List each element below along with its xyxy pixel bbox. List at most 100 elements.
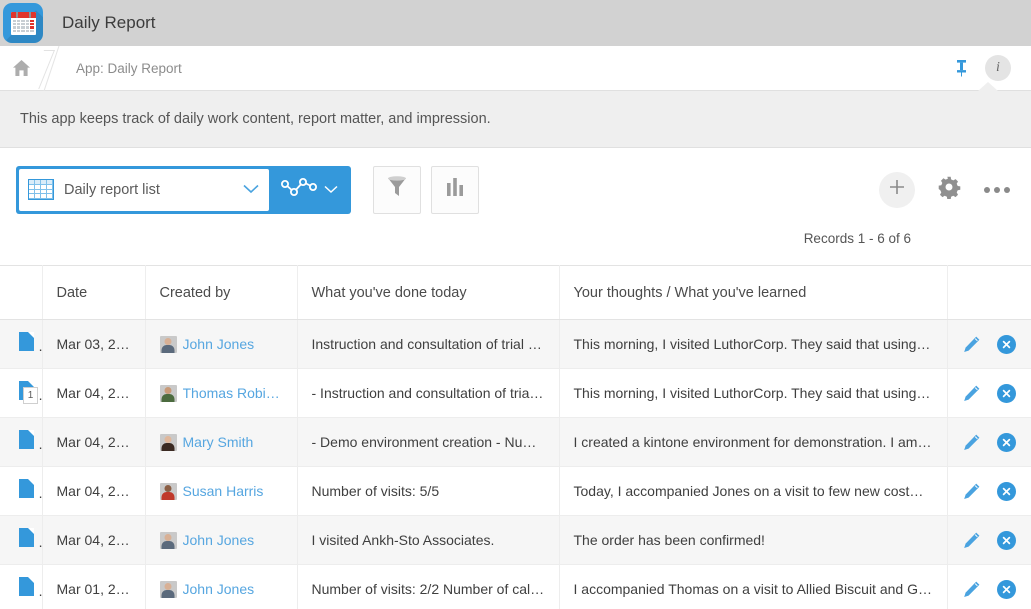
table-header: Date Created by What you've done today Y… (0, 266, 1031, 320)
app-description-text: This app keeps track of daily work conte… (0, 111, 491, 127)
close-circle-icon[interactable] (997, 335, 1016, 354)
cell-actions (947, 565, 1031, 609)
view-select-dropdown[interactable]: Daily report list (19, 169, 269, 211)
cell-actions (947, 418, 1031, 467)
cell-date: Mar 03, 2019 (42, 320, 145, 369)
pencil-icon[interactable] (962, 580, 981, 599)
column-header-icon (0, 266, 42, 320)
cell-created-by: John Jones (145, 320, 297, 369)
user-link[interactable]: Mary Smith (183, 434, 254, 450)
ellipsis-icon (983, 181, 1011, 199)
chevron-down-icon (243, 181, 259, 199)
close-circle-icon[interactable] (997, 433, 1016, 452)
table-row[interactable]: Mar 04, 2019 Susan Harris Number of visits… (0, 467, 1031, 516)
record-open-cell[interactable] (0, 516, 42, 565)
avatar (160, 532, 177, 549)
view-select-label: Daily report list (64, 182, 243, 198)
funnel-icon (386, 175, 408, 204)
user-link[interactable]: Susan Harris (183, 483, 264, 499)
record-open-cell[interactable]: 1 (0, 369, 42, 418)
cell-date: Mar 04, 2019 (42, 516, 145, 565)
cell-done-today: Instruction and consultation of trial ap… (297, 320, 559, 369)
table-grid-icon (28, 179, 54, 200)
chart-view-button[interactable] (269, 169, 348, 211)
cell-done-today: Number of visits: 5/5 (297, 467, 559, 516)
close-circle-icon[interactable] (997, 580, 1016, 599)
user-link[interactable]: John Jones (183, 336, 255, 352)
table-row[interactable]: Mar 01, 2019 John Jones Number of visits: … (0, 565, 1031, 609)
avatar (160, 581, 177, 598)
cell-date: Mar 04, 2019 (42, 418, 145, 467)
page-title: Daily Report (62, 13, 156, 33)
graph-button[interactable] (431, 166, 479, 214)
cell-date: Mar 04, 2019 (42, 369, 145, 418)
cell-created-by: Thomas Robinson (145, 369, 297, 418)
close-circle-icon[interactable] (997, 384, 1016, 403)
pencil-icon[interactable] (962, 384, 981, 403)
cell-done-today: Number of visits: 2/2 Number of calls… (297, 565, 559, 609)
user-link[interactable]: John Jones (183, 581, 255, 597)
cell-actions (947, 467, 1031, 516)
avatar (160, 385, 177, 402)
settings-button[interactable] (937, 175, 961, 204)
more-options-button[interactable] (983, 181, 1011, 199)
pencil-icon[interactable] (962, 335, 981, 354)
document-icon[interactable] (19, 430, 34, 449)
cell-thoughts: I created a kintone environment for demo… (559, 418, 947, 467)
add-record-button[interactable] (879, 172, 915, 208)
pencil-icon[interactable] (962, 482, 981, 501)
document-icon[interactable] (19, 332, 34, 351)
record-open-cell[interactable] (0, 320, 42, 369)
table-row[interactable]: 1Mar 04, 2019 Thomas Robinson - Instructio… (0, 369, 1031, 418)
filter-button[interactable] (373, 166, 421, 214)
cell-actions (947, 516, 1031, 565)
pencil-icon[interactable] (962, 433, 981, 452)
close-circle-icon[interactable] (997, 531, 1016, 550)
gear-icon (937, 175, 961, 204)
cell-thoughts: This morning, I visited LuthorCorp. They… (559, 320, 947, 369)
cell-done-today: - Instruction and consultation of trial … (297, 369, 559, 418)
table-row[interactable]: Mar 04, 2019 Mary Smith - Demo environment… (0, 418, 1031, 467)
view-selector-group: Daily report list (16, 166, 351, 214)
cell-done-today: I visited Ankh-Sto Associates. (297, 516, 559, 565)
column-header-thoughts: Your thoughts / What you've learned (559, 266, 947, 320)
close-circle-icon[interactable] (997, 482, 1016, 501)
user-link[interactable]: Thomas Robinson (183, 385, 283, 401)
avatar (160, 336, 177, 353)
breadcrumb-separator (42, 46, 64, 91)
cell-actions (947, 320, 1031, 369)
info-icon[interactable]: i (985, 55, 1011, 81)
cell-thoughts: The order has been confirmed! (559, 516, 947, 565)
record-open-cell[interactable] (0, 467, 42, 516)
record-count-row: Records 1 - 6 of 6 (0, 231, 1031, 265)
column-header-actions (947, 266, 1031, 320)
view-toolbar: Daily report list (0, 148, 1031, 231)
pencil-icon[interactable] (962, 531, 981, 550)
record-open-cell[interactable] (0, 565, 42, 609)
breadcrumb-path[interactable]: App: Daily Report (76, 61, 182, 76)
avatar (160, 434, 177, 451)
record-count: Records 1 - 6 of 6 (804, 231, 911, 246)
cell-done-today: - Demo environment creation - Numb… (297, 418, 559, 467)
cell-actions (947, 369, 1031, 418)
plus-icon (888, 178, 906, 201)
column-header-done-today: What you've done today (297, 266, 559, 320)
document-icon[interactable] (19, 528, 34, 547)
record-open-cell[interactable] (0, 418, 42, 467)
cell-date: Mar 01, 2019 (42, 565, 145, 609)
pin-icon[interactable] (954, 59, 969, 77)
user-link[interactable]: John Jones (183, 532, 255, 548)
table-row[interactable]: Mar 03, 2019 John Jones Instruction and co… (0, 320, 1031, 369)
avatar (160, 483, 177, 500)
cell-date: Mar 04, 2019 (42, 467, 145, 516)
table-row[interactable]: Mar 04, 2019 John Jones I visited Ankh-Sto… (0, 516, 1031, 565)
app-header: Daily Report (0, 0, 1031, 46)
cell-thoughts: This morning, I visited LuthorCorp. They… (559, 369, 947, 418)
app-description-panel: This app keeps track of daily work conte… (0, 91, 1031, 148)
column-header-date: Date (42, 266, 145, 320)
table-body: Mar 03, 2019 John Jones Instruction and co… (0, 320, 1031, 609)
document-icon[interactable] (19, 479, 34, 498)
app-icon-button[interactable] (0, 0, 46, 46)
records-table: Date Created by What you've done today Y… (0, 265, 1031, 609)
document-icon[interactable] (19, 577, 34, 596)
